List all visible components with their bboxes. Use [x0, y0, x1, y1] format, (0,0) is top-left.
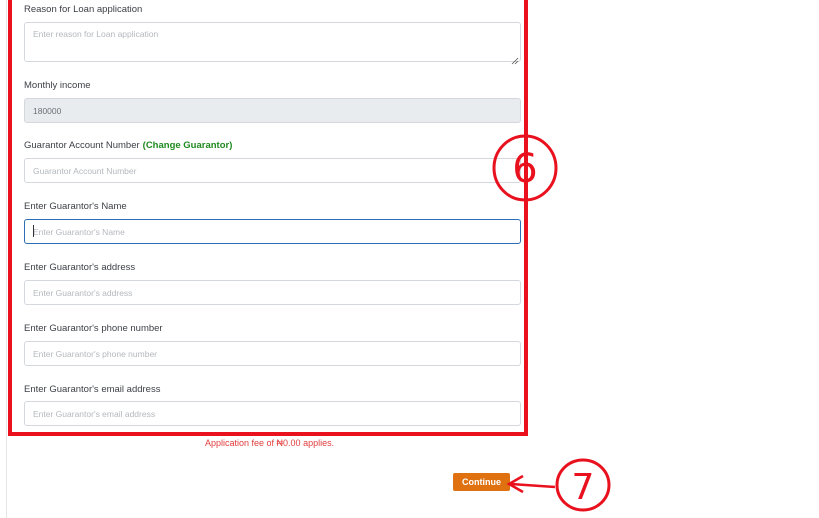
arrow-shaft-icon	[510, 482, 556, 489]
continue-button[interactable]: Continue	[453, 473, 510, 491]
annotation-highlight-box	[8, 0, 528, 436]
application-fee-note: Application fee of ₦0.00 applies.	[205, 438, 335, 448]
step-seven-annotation: 7	[506, 458, 611, 512]
arrow-head-icon	[506, 474, 524, 494]
annotation-circle-icon	[555, 458, 611, 512]
page-edge	[6, 0, 7, 518]
step-seven-number: 7	[572, 467, 595, 508]
